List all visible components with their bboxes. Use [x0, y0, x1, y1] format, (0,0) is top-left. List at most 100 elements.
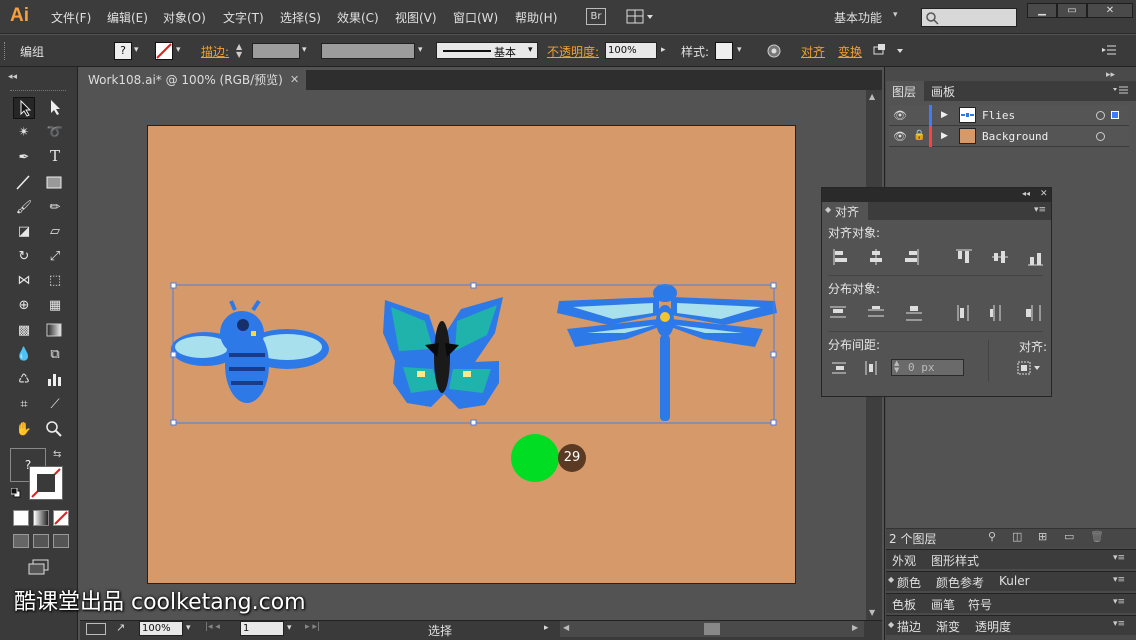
status-icon[interactable] — [86, 623, 106, 635]
free-transform-tool-icon[interactable]: ⬚ — [44, 270, 66, 292]
slice-tool-icon[interactable]: ⟋ — [44, 394, 66, 416]
draw-inside-icon[interactable] — [53, 534, 69, 548]
share-icon[interactable]: ↗ — [116, 621, 125, 634]
rotate-tool-icon[interactable]: ↻ — [13, 246, 35, 268]
expand-arrow-icon[interactable]: ▶ — [941, 110, 948, 120]
symbol-sprayer-tool-icon[interactable]: ♺ — [13, 369, 35, 391]
status-menu-icon[interactable]: ▸ — [544, 623, 549, 633]
align-panel-menu-icon[interactable]: ▾≡ — [1034, 205, 1046, 215]
scroll-thumb[interactable] — [704, 623, 720, 635]
stroke-weight-dropdown-icon[interactable]: ▾ — [302, 45, 307, 55]
type-tool-icon[interactable]: T — [44, 147, 66, 169]
expand-panel-icon[interactable]: ◆ — [825, 205, 831, 214]
draw-normal-icon[interactable] — [13, 534, 29, 548]
tab-brushes[interactable]: 画笔 — [931, 596, 955, 613]
opacity-field[interactable]: 100% — [605, 42, 657, 59]
layer-row-background[interactable]: 👁 🔒 ▶ Background — [889, 126, 1129, 147]
perspective-grid-tool-icon[interactable]: ▦ — [44, 295, 66, 317]
fill-dropdown-icon[interactable]: ▾ — [134, 45, 139, 55]
tab-kuler[interactable]: Kuler — [999, 574, 1030, 588]
menu-view[interactable]: 视图(V) — [395, 9, 437, 26]
magic-wand-tool-icon[interactable]: ✴ — [13, 122, 35, 144]
recolor-artwork-icon[interactable] — [766, 43, 782, 59]
default-colors-icon[interactable] — [11, 488, 21, 498]
blob-brush-tool-icon[interactable]: ◪ — [13, 221, 35, 243]
delete-layer-icon[interactable]: 🗑 — [1090, 530, 1104, 543]
scroll-down-icon[interactable]: ▼ — [869, 608, 875, 617]
paintbrush-tool-icon[interactable]: 🖌 — [13, 197, 35, 219]
eyedropper-tool-icon[interactable]: 💧 — [13, 344, 35, 366]
tab-align[interactable]: 对齐 — [835, 203, 859, 220]
selection-tool-icon[interactable] — [13, 97, 35, 119]
spacing-stepper-icon[interactable]: ▲ ▼ — [894, 360, 899, 374]
blend-tool-icon[interactable]: ⧉ — [44, 344, 66, 366]
menu-object[interactable]: 对象(O) — [163, 9, 206, 26]
isolate-group-icon[interactable] — [873, 43, 903, 59]
zoom-field[interactable]: 100% — [139, 621, 183, 636]
panel-menu-icon[interactable]: ▾≡ — [1113, 597, 1125, 607]
new-layer-icon[interactable]: ▭ — [1064, 530, 1074, 543]
variable-width-field[interactable] — [321, 43, 415, 59]
menu-window[interactable]: 窗口(W) — [453, 9, 498, 26]
scroll-left-icon[interactable]: ◀ — [563, 623, 569, 632]
align-panel-titlebar[interactable] — [822, 188, 1051, 202]
transform-link[interactable]: 变换 — [838, 43, 862, 60]
menu-file[interactable]: 文件(F) — [51, 9, 91, 26]
close-button[interactable]: ✕ — [1087, 3, 1133, 18]
width-tool-icon[interactable]: ⋈ — [13, 270, 35, 292]
graphic-style-swatch[interactable] — [715, 42, 733, 60]
lasso-tool-icon[interactable]: ➰ — [44, 122, 66, 144]
bridge-button[interactable]: Br — [586, 8, 606, 25]
line-tool-icon[interactable] — [13, 172, 35, 194]
scale-tool-icon[interactable]: ⤢ — [44, 246, 66, 268]
target-icon[interactable] — [1096, 111, 1105, 120]
rectangle-tool-icon[interactable] — [44, 172, 66, 194]
mesh-tool-icon[interactable]: ▩ — [13, 320, 35, 342]
last-page-icon[interactable]: ▸ ▸| — [305, 622, 320, 632]
expand-panel-icon[interactable]: ◆ — [888, 575, 894, 584]
layer-row-flies[interactable]: 👁 ▶ Flies — [889, 105, 1129, 126]
variable-width-dropdown-icon[interactable]: ▾ — [418, 45, 423, 55]
gradient-mode-button[interactable] — [33, 510, 49, 526]
lock-icon[interactable]: 🔒 — [913, 130, 925, 141]
horizontal-distribute-space-icon[interactable] — [862, 359, 882, 377]
zoom-tool-icon[interactable] — [44, 419, 66, 441]
locate-object-icon[interactable]: ⚲ — [988, 530, 996, 543]
tab-gradient[interactable]: 渐变 — [936, 618, 960, 635]
first-page-icon[interactable]: |◂ ◂ — [205, 622, 220, 632]
tab-color-guide[interactable]: 颜色参考 — [936, 574, 984, 591]
tab-stroke[interactable]: 描边 — [897, 618, 921, 635]
collapse-tools-icon[interactable]: ◂◂ — [8, 72, 17, 82]
zoom-dropdown-icon[interactable]: ▾ — [186, 623, 191, 633]
maximize-button[interactable]: ▭ — [1057, 3, 1087, 18]
none-mode-button[interactable] — [53, 510, 69, 526]
color-mode-button[interactable] — [13, 510, 29, 526]
expand-arrow-icon[interactable]: ▶ — [941, 131, 948, 141]
tab-symbols[interactable]: 符号 — [968, 596, 992, 613]
artboard-tool-icon[interactable]: ⌗ — [13, 394, 35, 416]
align-to-selection-icon[interactable] — [1016, 359, 1042, 377]
brush-style-field[interactable]: 基本 ▾ — [436, 42, 538, 59]
visibility-eye-icon[interactable]: 👁 — [893, 130, 907, 143]
new-sublayer-icon[interactable]: ⊞ — [1038, 530, 1047, 543]
panel-menu-icon[interactable]: ▾≡ — [1113, 575, 1125, 585]
swap-colors-icon[interactable]: ⇆ — [53, 449, 61, 460]
direct-selection-tool-icon[interactable] — [44, 97, 66, 119]
menu-help[interactable]: 帮助(H) — [515, 9, 557, 26]
pencil-tool-icon[interactable]: ✏ — [44, 197, 66, 219]
visibility-eye-icon[interactable]: 👁 — [893, 109, 907, 122]
page-field[interactable]: 1 — [240, 621, 284, 636]
opacity-label[interactable]: 不透明度: — [547, 43, 599, 60]
stroke-swatch[interactable] — [155, 42, 173, 60]
menu-type[interactable]: 文字(T) — [223, 9, 264, 26]
panel-menu-icon[interactable]: ▾≡ — [1113, 553, 1125, 563]
control-panel-menu-icon[interactable] — [1101, 43, 1117, 57]
menu-select[interactable]: 选择(S) — [280, 9, 321, 26]
gradient-tool-icon[interactable] — [44, 320, 66, 342]
opacity-dropdown-icon[interactable]: ▸ — [661, 45, 666, 55]
hand-tool-icon[interactable]: ✋ — [13, 419, 35, 441]
stroke-label[interactable]: 描边: — [201, 43, 229, 60]
page-dropdown-icon[interactable]: ▾ — [287, 623, 292, 633]
vertical-distribute-space-icon[interactable] — [830, 359, 850, 377]
spacing-field[interactable]: ▲ ▼ 0 px — [891, 359, 964, 376]
